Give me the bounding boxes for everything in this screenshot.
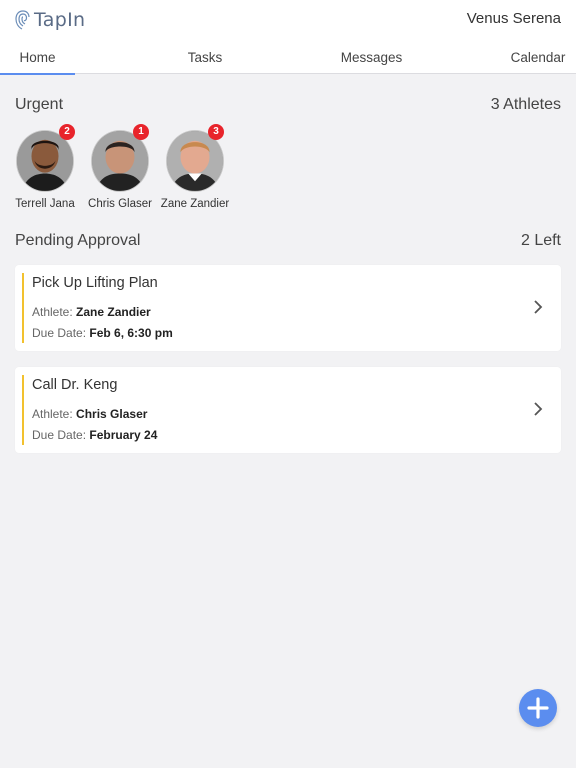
athlete-name: Zane Zandier	[160, 198, 230, 210]
task-athlete: Athlete: Zane Zandier	[32, 305, 151, 319]
athlete-name: Terrell Jana	[15, 198, 75, 210]
athlete-label: Athlete:	[32, 407, 73, 421]
logo-text: TapIn	[34, 9, 86, 31]
athlete-terrell-jana[interactable]: 2 Terrell Jana	[5, 124, 85, 210]
add-button[interactable]	[519, 689, 557, 727]
notification-badge: 3	[208, 124, 224, 140]
athlete-label: Athlete:	[32, 305, 73, 319]
top-bar: TapIn Venus Serena Home Tasks Messages C…	[0, 0, 576, 75]
task-title: Call Dr. Keng	[32, 377, 118, 393]
task-due-date: Due Date: Feb 6, 6:30 pm	[32, 326, 173, 340]
task-card[interactable]: Call Dr. Keng Athlete: Chris Glaser Due …	[15, 367, 561, 453]
athlete-name: Chris Glaser	[88, 198, 152, 210]
tab-bar: Home Tasks Messages Calendar	[0, 44, 576, 75]
fingerprint-icon	[15, 10, 30, 30]
tab-calendar[interactable]: Calendar	[500, 44, 576, 74]
task-title: Pick Up Lifting Plan	[32, 275, 158, 291]
due-value: February 24	[89, 428, 158, 442]
task-athlete: Athlete: Chris Glaser	[32, 407, 147, 421]
tab-messages[interactable]: Messages	[330, 44, 413, 74]
user-name[interactable]: Venus Serena	[467, 10, 561, 27]
athlete-chris-glaser[interactable]: 1 Chris Glaser	[80, 124, 160, 210]
urgent-title: Urgent	[15, 96, 64, 113]
person-photo-icon	[17, 131, 73, 191]
person-photo-icon	[167, 131, 223, 191]
task-card[interactable]: Pick Up Lifting Plan Athlete: Zane Zandi…	[15, 265, 561, 351]
chevron-right-icon[interactable]	[532, 299, 544, 315]
notification-badge: 1	[133, 124, 149, 140]
tab-home[interactable]: Home	[0, 44, 75, 75]
athlete-value: Chris Glaser	[76, 407, 148, 421]
pending-count: 2 Left	[520, 232, 561, 249]
athlete-zane-zandier[interactable]: 3 Zane Zandier	[155, 124, 235, 210]
card-accent-bar	[22, 273, 24, 343]
due-label: Due Date:	[32, 326, 87, 340]
chevron-right-icon[interactable]	[532, 401, 544, 417]
app-logo[interactable]: TapIn	[14, 7, 85, 33]
tab-tasks[interactable]: Tasks	[170, 44, 240, 74]
person-photo-icon	[92, 131, 148, 191]
pending-title: Pending Approval	[15, 232, 141, 249]
plus-icon	[527, 697, 549, 719]
athlete-value: Zane Zandier	[76, 305, 151, 319]
card-accent-bar	[22, 375, 24, 445]
urgent-count: 3 Athletes	[490, 96, 561, 113]
due-value: Feb 6, 6:30 pm	[89, 326, 173, 340]
notification-badge: 2	[59, 124, 75, 140]
task-due-date: Due Date: February 24	[32, 428, 157, 442]
due-label: Due Date:	[32, 428, 87, 442]
